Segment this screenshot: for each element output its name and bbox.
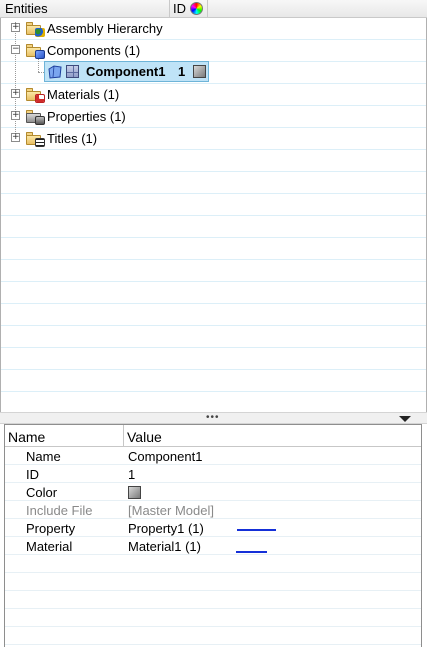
property-value[interactable]: Property1 (1)	[128, 520, 204, 538]
tree-item-component1[interactable]: Component1 1	[44, 61, 209, 82]
column-header-id[interactable]: ID	[170, 0, 208, 18]
splitter-grip-icon[interactable]: •••	[206, 413, 220, 423]
annotation-underline	[237, 529, 276, 531]
expand-icon[interactable]: +	[11, 111, 20, 120]
tree-item-titles[interactable]: + Titles (1)	[1, 128, 426, 150]
entity-id: 1	[178, 64, 186, 79]
tree-item-label: Materials (1)	[47, 87, 120, 102]
titles-folder-icon	[26, 132, 45, 147]
property-name: Name	[26, 449, 61, 464]
column-header-value-label: Value	[127, 429, 162, 445]
tree-item-label: Assembly Hierarchy	[47, 21, 163, 36]
tree-item-properties[interactable]: + Properties (1)	[1, 106, 426, 128]
entity-editor-header: Name Value	[5, 424, 421, 447]
property-value: [Master Model]	[128, 503, 214, 518]
property-row-color[interactable]: Color	[5, 484, 421, 502]
column-header-entities[interactable]: Entities	[0, 0, 170, 18]
panel-splitter[interactable]: •••	[0, 412, 427, 424]
property-row-material[interactable]: Material Material1 (1)	[5, 538, 421, 556]
entity-tree: + Assembly Hierarchy − Components (1) Co…	[0, 18, 427, 412]
property-value[interactable]: 1	[128, 466, 135, 484]
tree-item-components[interactable]: − Components (1)	[1, 40, 426, 62]
tree-item-label: Components (1)	[47, 43, 141, 58]
tree-item-label: Titles (1)	[47, 131, 98, 146]
entity-browser-header: Entities ID	[0, 0, 427, 18]
column-header-name[interactable]: Name	[5, 425, 124, 447]
assembly-folder-icon	[26, 22, 45, 37]
component-color-swatch[interactable]	[193, 65, 206, 78]
column-header-value[interactable]: Value	[124, 425, 162, 447]
expand-icon[interactable]: +	[11, 23, 20, 32]
property-value[interactable]: Component1	[128, 448, 202, 466]
expand-icon[interactable]: +	[11, 133, 20, 142]
tree-item-label: Properties (1)	[47, 109, 126, 124]
chevron-down-icon[interactable]	[399, 416, 411, 422]
color-wheel-icon[interactable]	[190, 2, 203, 15]
tree-item-label: Component1	[86, 64, 166, 79]
property-name: Color	[26, 485, 58, 500]
property-name: ID	[26, 467, 39, 482]
column-header-id-label: ID	[173, 1, 186, 16]
expand-icon[interactable]: +	[11, 89, 20, 98]
property-row-property[interactable]: Property Property1 (1)	[5, 520, 421, 538]
annotation-underline	[236, 551, 267, 553]
property-value[interactable]: Material1 (1)	[128, 538, 201, 556]
component-shape-icon	[48, 65, 62, 79]
color-swatch[interactable]	[128, 486, 141, 499]
materials-folder-icon	[26, 88, 45, 103]
components-folder-icon	[26, 44, 45, 59]
properties-folder-icon	[26, 110, 45, 125]
column-header-entities-label: Entities	[5, 1, 48, 16]
property-row-include-file: Include File [Master Model]	[5, 502, 421, 520]
property-name: Property	[26, 521, 76, 536]
property-row-name[interactable]: Name Component1	[5, 448, 421, 466]
column-header-name-label: Name	[8, 429, 46, 445]
component-mesh-icon	[66, 65, 79, 78]
tree-item-materials[interactable]: + Materials (1)	[1, 84, 426, 106]
property-name: Include File	[26, 503, 93, 518]
entity-editor-panel: Name Value Name Component1 ID 1 Color In…	[4, 424, 422, 647]
property-row-id[interactable]: ID 1	[5, 466, 421, 484]
property-name: Material	[26, 539, 73, 554]
collapse-icon[interactable]: −	[11, 45, 20, 54]
tree-item-assembly-hierarchy[interactable]: + Assembly Hierarchy	[1, 18, 426, 40]
